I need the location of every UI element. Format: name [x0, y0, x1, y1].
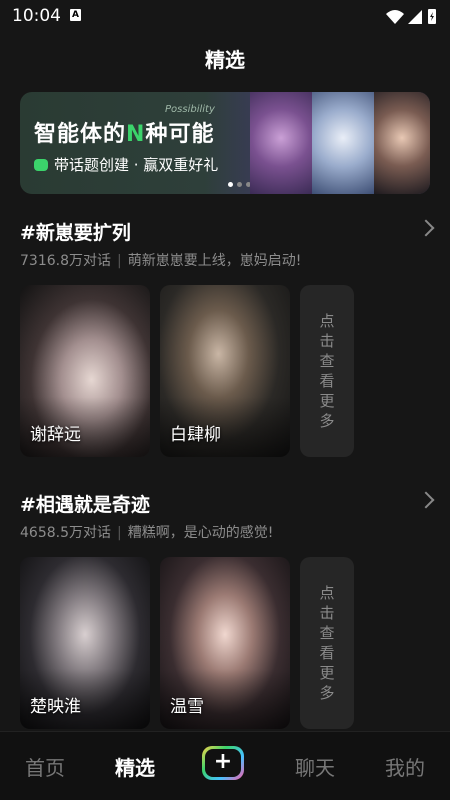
character-name: 谢辞远 — [30, 425, 81, 445]
create-button[interactable]: + — [202, 746, 244, 780]
page-title: 精选 — [205, 48, 245, 72]
section-subtitle: 7316.8万对话 | 萌新崽崽要上线，崽妈启动! — [20, 253, 302, 269]
bottom-nav: 首页 精选 + 聊天 我的 — [0, 731, 450, 800]
banner-portrait-2 — [312, 92, 374, 194]
signal-icon — [408, 10, 422, 24]
plus-icon: + — [205, 749, 241, 777]
view-more-label: 点击查看更多 — [319, 584, 335, 702]
section-subtitle: 4658.5万对话 | 糟糕啊，是心动的感觉! — [20, 525, 274, 541]
character-card[interactable]: 楚映淮 — [20, 557, 150, 729]
banner-portrait-3 — [374, 92, 430, 194]
notification-a-icon: A — [70, 9, 81, 21]
promo-banner[interactable]: 智能体的N种可能 Possibility 带话题创建 · 赢双重好礼 — [20, 92, 430, 194]
section-title[interactable]: #相遇就是奇迹 — [20, 490, 150, 517]
character-name: 白肆柳 — [170, 425, 221, 445]
character-name: 楚映淮 — [30, 697, 81, 717]
chevron-right-icon[interactable] — [417, 219, 435, 237]
status-bar: 10:04 A — [0, 0, 450, 32]
banner-tiny-text: Possibility — [165, 104, 215, 115]
view-more-button[interactable]: 点击查看更多 — [300, 285, 354, 457]
view-more-button[interactable]: 点击查看更多 — [300, 557, 354, 729]
character-card[interactable]: 温雪 — [160, 557, 290, 729]
character-card[interactable]: 白肆柳 — [160, 285, 290, 457]
status-time: 10:04 — [12, 6, 61, 26]
nav-chat[interactable]: 聊天 — [285, 752, 345, 781]
chevron-right-icon[interactable] — [417, 491, 435, 509]
nav-featured[interactable]: 精选 — [105, 752, 165, 781]
nav-mine[interactable]: 我的 — [375, 752, 435, 781]
banner-subline: 带话题创建 · 赢双重好礼 — [34, 154, 218, 175]
banner-headline: 智能体的N种可能 — [34, 122, 215, 147]
status-icons — [386, 9, 436, 24]
nav-home[interactable]: 首页 — [15, 752, 75, 781]
view-more-label: 点击查看更多 — [319, 312, 335, 430]
banner-portrait-1 — [250, 92, 312, 194]
character-name: 温雪 — [170, 697, 204, 717]
chat-bubble-icon — [34, 159, 48, 171]
section-title[interactable]: #新崽要扩列 — [20, 218, 131, 245]
wifi-icon — [386, 10, 404, 24]
character-card[interactable]: 谢辞远 — [20, 285, 150, 457]
